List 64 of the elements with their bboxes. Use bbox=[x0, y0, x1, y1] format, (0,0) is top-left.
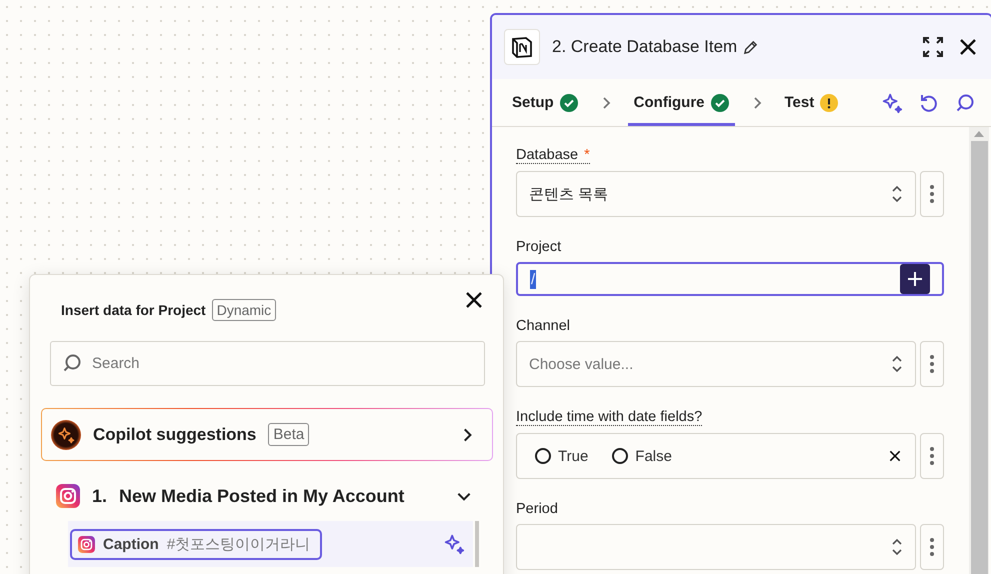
radio-label: False bbox=[635, 448, 672, 464]
scroll-up-icon bbox=[974, 131, 984, 137]
radio-option[interactable]: True bbox=[535, 448, 588, 464]
scrollbar[interactable] bbox=[969, 127, 989, 574]
step-title: New Media Posted in My Account bbox=[119, 486, 404, 506]
select-placeholder: Choose value... bbox=[529, 356, 634, 372]
select-value: 콘텐츠 목록 bbox=[529, 184, 610, 204]
field-label: Channel bbox=[516, 318, 570, 334]
radio-label: True bbox=[558, 448, 588, 464]
sparkle-icon bbox=[881, 92, 903, 114]
more-icon bbox=[930, 185, 934, 203]
close-icon bbox=[889, 450, 901, 462]
sparkle-icon bbox=[57, 426, 75, 444]
field-label: Project bbox=[516, 239, 562, 255]
required-asterisk: * bbox=[584, 147, 590, 163]
list-scrollbar[interactable] bbox=[475, 521, 479, 567]
pencil-icon[interactable] bbox=[743, 40, 758, 54]
more-button[interactable] bbox=[920, 433, 944, 479]
input-field[interactable]: / bbox=[516, 262, 944, 296]
step-tab[interactable]: Setup bbox=[506, 79, 584, 126]
step-tab[interactable]: Configure bbox=[628, 79, 734, 126]
more-button[interactable] bbox=[920, 341, 944, 387]
beta-tag: Beta bbox=[268, 423, 310, 446]
dynamic-tag: Dynamic bbox=[212, 299, 276, 321]
clear-button[interactable] bbox=[887, 448, 903, 464]
step-number: 1. bbox=[92, 486, 108, 506]
up-down-caret-icon bbox=[891, 538, 903, 556]
sparkle-icon bbox=[443, 533, 465, 555]
scrollbar-thumb[interactable] bbox=[970, 141, 988, 574]
radio-option[interactable]: False bbox=[612, 448, 672, 464]
more-icon bbox=[930, 538, 934, 556]
plus-icon bbox=[907, 271, 923, 287]
copilot-suggestions-button[interactable]: Copilot suggestions Beta bbox=[41, 408, 493, 461]
step-group-header[interactable]: 1. New Media Posted in My Account bbox=[41, 471, 493, 521]
field-label: Include time with date fields? bbox=[516, 409, 702, 426]
more-icon bbox=[930, 355, 934, 373]
expand-button[interactable] bbox=[921, 35, 945, 59]
selected-text: / bbox=[530, 270, 536, 288]
panel-title: 2. Create Database Item bbox=[552, 37, 738, 57]
more-button[interactable] bbox=[920, 171, 944, 217]
more-button[interactable] bbox=[920, 524, 944, 570]
select-field[interactable]: Choose value... bbox=[516, 341, 916, 387]
insert-data-button[interactable] bbox=[900, 264, 930, 294]
select-field[interactable] bbox=[516, 524, 916, 570]
up-down-caret-icon bbox=[891, 185, 903, 203]
data-item-row[interactable]: Caption #첫포스팅이이거라니 bbox=[68, 521, 473, 567]
camera-app-icon bbox=[78, 536, 95, 552]
search-icon bbox=[62, 353, 82, 373]
popup-title: Insert data for Project bbox=[61, 302, 206, 318]
search-field[interactable]: Search bbox=[50, 341, 485, 386]
search-icon bbox=[955, 92, 975, 112]
step-tab[interactable]: Test bbox=[778, 79, 844, 126]
up-down-caret-icon bbox=[891, 355, 903, 373]
select-field[interactable]: 콘텐츠 목록 bbox=[516, 171, 916, 217]
app-logo-icon bbox=[504, 29, 540, 65]
field-label: Period bbox=[516, 501, 558, 517]
data-chip[interactable]: Caption #첫포스팅이이거라니 bbox=[70, 528, 322, 560]
camera-app-icon bbox=[56, 484, 80, 508]
expand-icon bbox=[923, 37, 943, 57]
close-icon bbox=[465, 291, 483, 309]
undo-icon bbox=[919, 92, 939, 112]
close-icon bbox=[959, 38, 977, 56]
more-icon bbox=[930, 447, 934, 465]
field-label: Database * bbox=[516, 147, 590, 164]
